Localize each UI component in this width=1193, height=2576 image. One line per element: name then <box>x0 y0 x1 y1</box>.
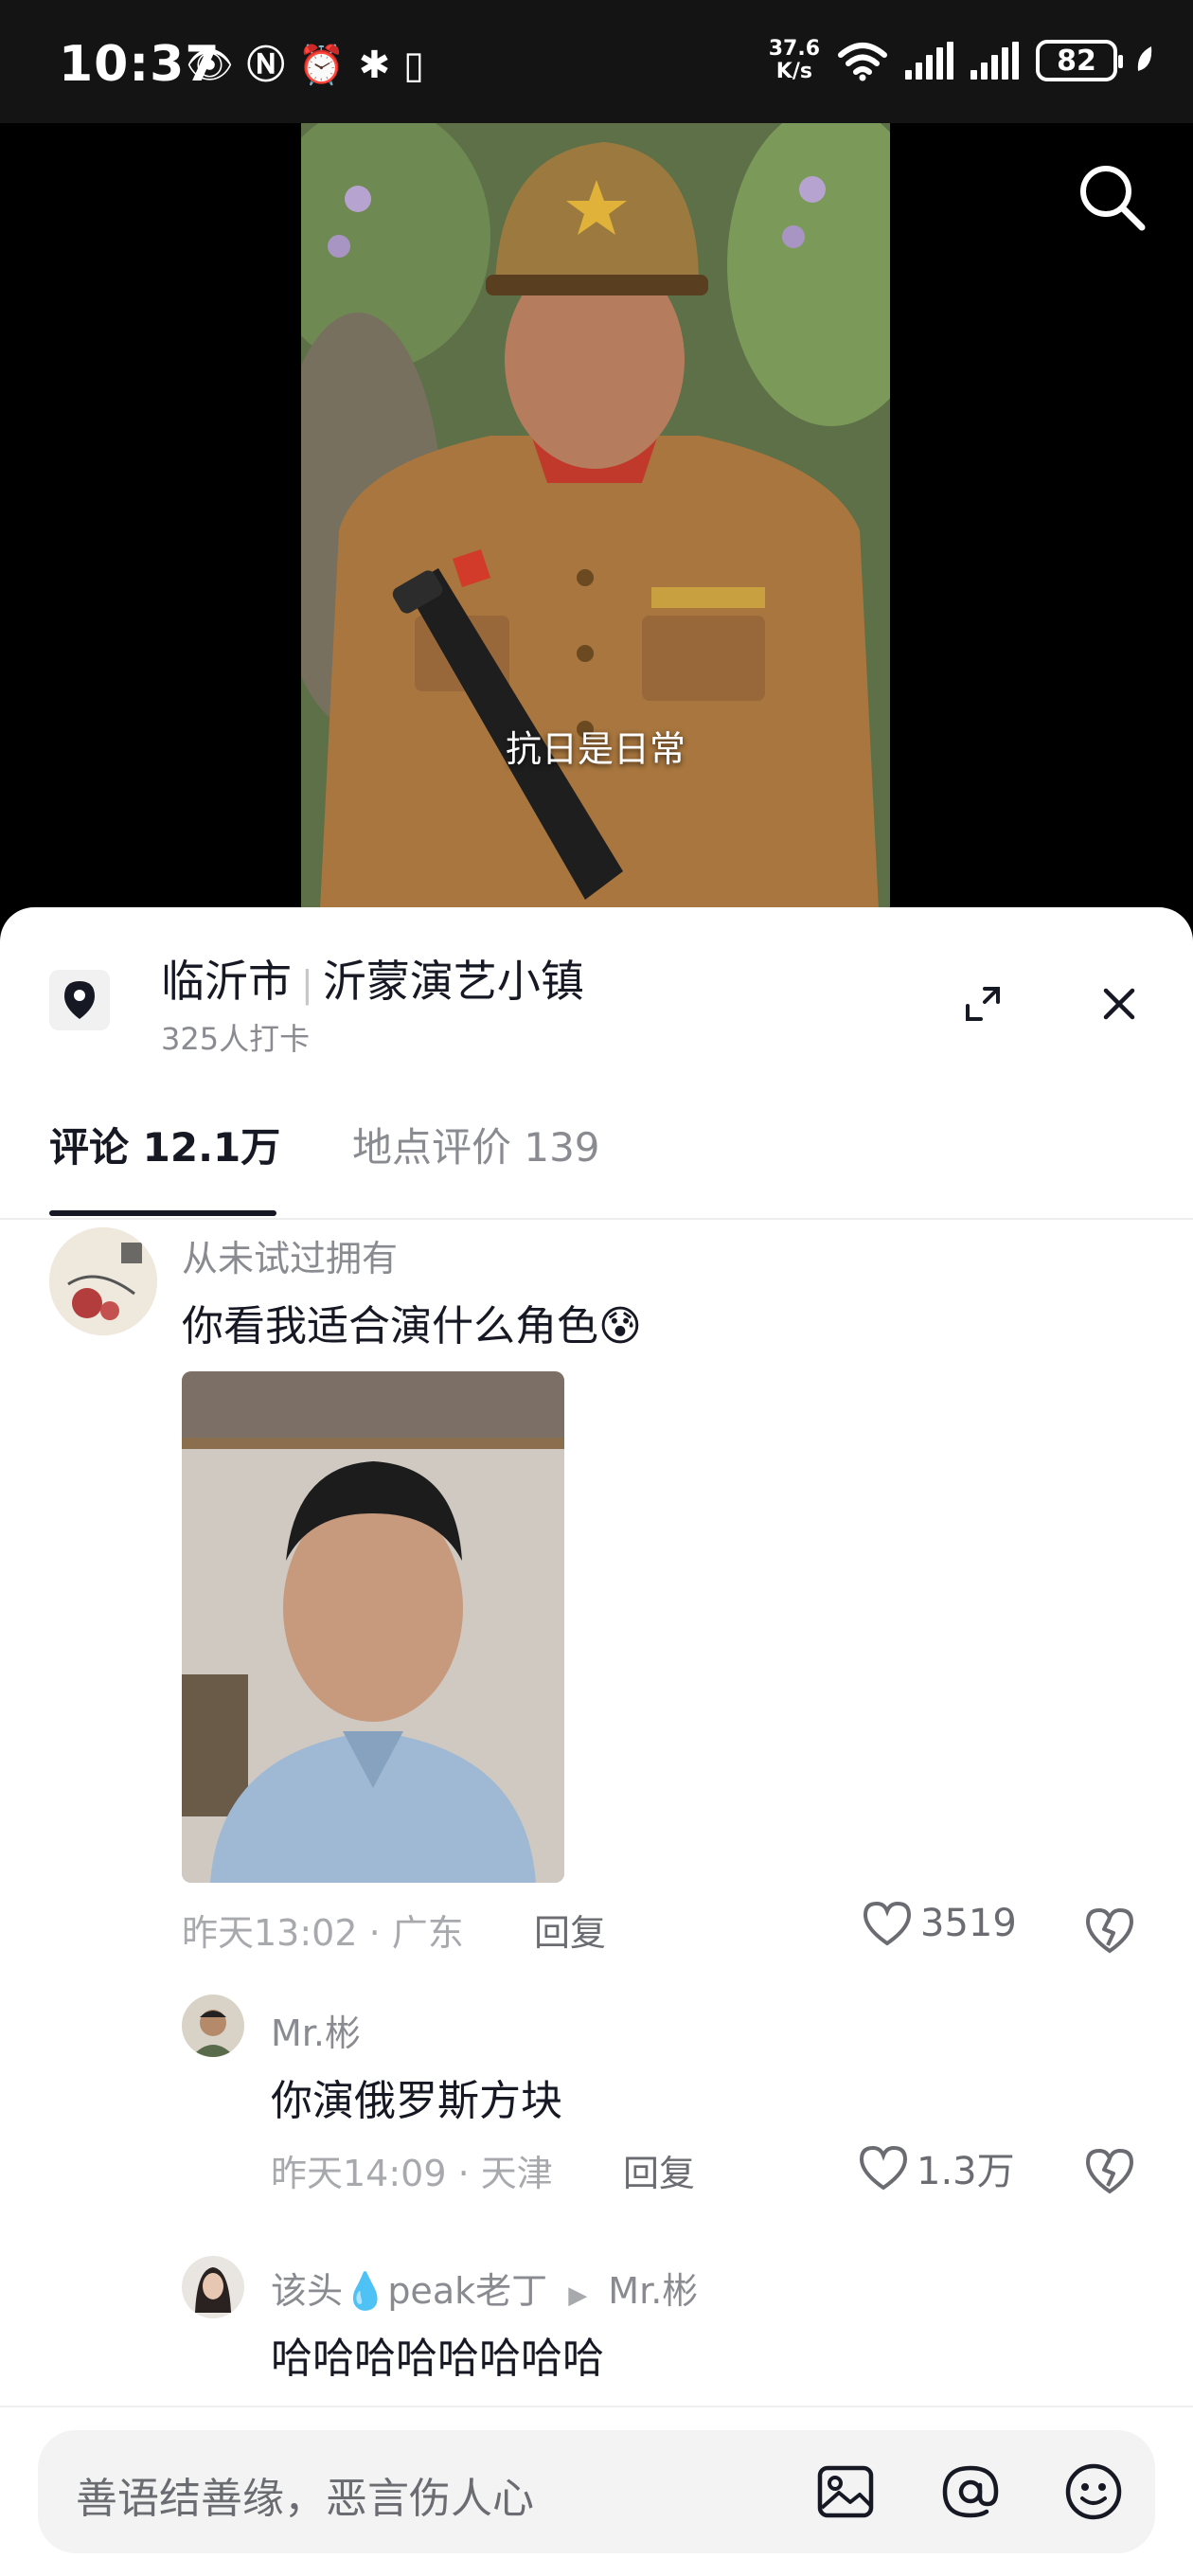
signal-icon-1 <box>905 42 953 80</box>
reply-username[interactable]: Mr.彬 <box>271 2004 361 2056</box>
heart-icon <box>863 1901 912 1946</box>
comment-input-bar: 善语结善缘，恶言伤人心 <box>0 2406 1193 2576</box>
alarm-icon: ⏰ <box>297 44 346 87</box>
emoji-icon[interactable] <box>1060 2459 1127 2525</box>
active-tab-indicator <box>49 1210 276 1216</box>
like-count: 3519 <box>920 1902 1017 1945</box>
close-icon[interactable] <box>1098 983 1140 1025</box>
vibrate-icon: ▯ <box>403 44 425 87</box>
bluetooth-icon: ✱ <box>358 44 391 87</box>
comment-input[interactable]: 善语结善缘，恶言伤人心 <box>38 2430 1155 2553</box>
comment-input-placeholder: 善语结善缘，恶言伤人心 <box>76 2475 534 2523</box>
heart-icon <box>859 2145 908 2191</box>
comment-username[interactable]: 从未试过拥有 <box>182 1229 398 1281</box>
avatar[interactable] <box>182 2256 244 2318</box>
expand-icon[interactable] <box>962 983 1004 1025</box>
battery-icon: 82 <box>1036 40 1123 81</box>
wifi-icon <box>838 43 887 81</box>
comments-sheet: 临沂市 | 沂蒙演艺小镇 325人打卡 评论 12.1万 地点评价 139 从未… <box>0 907 1193 2576</box>
status-right: 37.6 K/s 82 <box>769 38 1155 83</box>
network-speed: 37.6 K/s <box>768 37 820 83</box>
emoji-icon: 😰 <box>598 1302 642 1351</box>
eye-icon: 👁 <box>186 44 234 87</box>
image-icon[interactable] <box>812 2459 879 2525</box>
leaf-icon <box>1137 46 1152 71</box>
nfc-icon: Ⓝ <box>246 44 285 87</box>
status-notification-icons: 👁 Ⓝ ⏰ ✱ ▯ <box>186 42 424 89</box>
avatar[interactable] <box>182 1995 244 2057</box>
dislike-icon[interactable] <box>1083 2144 1136 2197</box>
reply-text: 你演俄罗斯方块 <box>271 2077 562 2125</box>
mention-icon[interactable] <box>937 2459 1004 2525</box>
video-frame[interactable]: 抗日是日常 <box>301 123 890 909</box>
video-still <box>301 123 890 909</box>
like-button[interactable]: 3519 <box>862 1900 1017 1947</box>
status-bar: 10:37 👁 Ⓝ ⏰ ✱ ▯ 37.6 K/s 82 <box>0 0 1193 123</box>
comment-time-location: 昨天13:02 · 广东 <box>182 1912 464 1954</box>
reply-username: 该头💧peak老丁 ▶ Mr.彬 <box>271 2270 699 2312</box>
reply-arrow-icon: ▶ <box>568 2281 588 2310</box>
comment-image[interactable] <box>182 1371 564 1883</box>
reply-time-location: 昨天14:09 · 天津 <box>271 2153 553 2194</box>
video-player[interactable]: 抗日是日常 <box>0 123 1193 909</box>
tab-bar: 评论 12.1万 地点评价 139 <box>0 1097 1193 1220</box>
like-button[interactable]: 1.3万 <box>858 2140 1015 2195</box>
signal-icon-2 <box>970 42 1019 80</box>
dislike-icon[interactable] <box>1083 1904 1136 1957</box>
location-title[interactable]: 临沂市 | 沂蒙演艺小镇 <box>161 947 584 1010</box>
reply-text: 哈哈哈哈哈哈哈哈 <box>271 2334 604 2383</box>
search-icon[interactable] <box>1074 159 1149 235</box>
location-header[interactable]: 临沂市 | 沂蒙演艺小镇 325人打卡 <box>0 907 1193 1057</box>
like-count: 1.3万 <box>917 2150 1015 2193</box>
comment-text: 你看我适合演什么角色😰 <box>182 1302 642 1351</box>
tab-place-reviews[interactable]: 地点评价 139 <box>352 1116 600 1173</box>
location-pin-icon <box>49 970 110 1030</box>
reply-button[interactable]: 回复 <box>534 1904 606 1956</box>
reply-button[interactable]: 回复 <box>623 2144 695 2196</box>
tab-comments[interactable]: 评论 12.1万 <box>49 1116 280 1173</box>
checkin-count: 325人打卡 <box>161 1021 311 1057</box>
video-subtitle: 抗日是日常 <box>505 728 686 770</box>
avatar[interactable] <box>49 1227 157 1335</box>
